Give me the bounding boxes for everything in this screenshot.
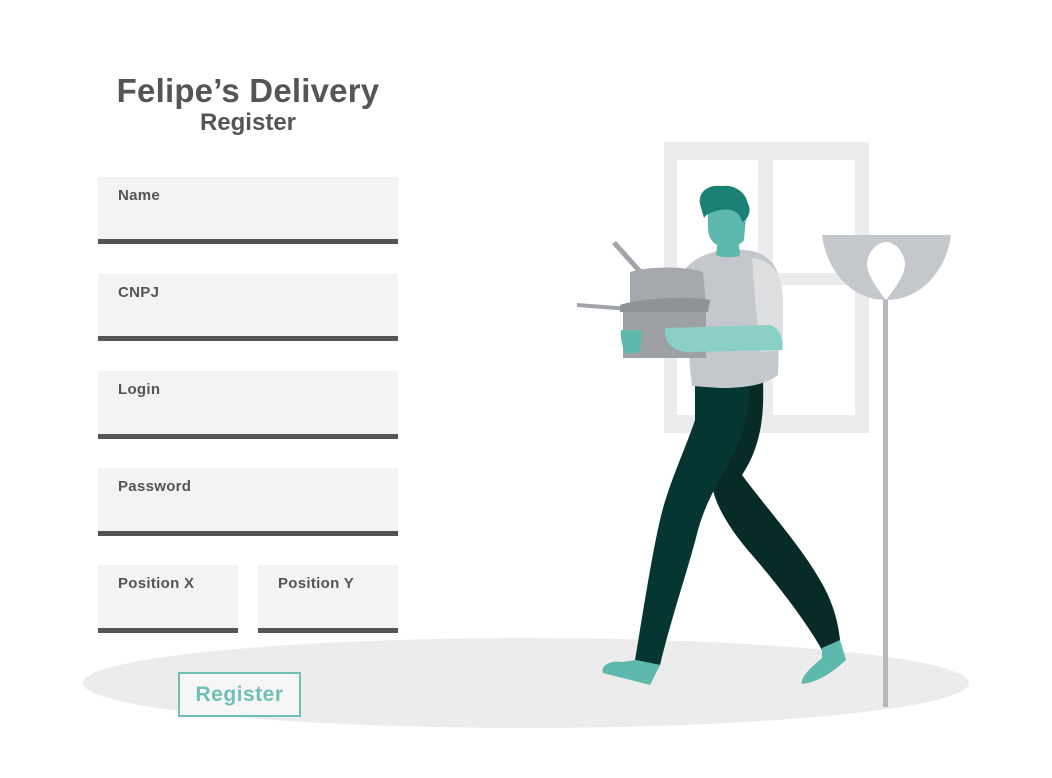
position-x-input[interactable]: [118, 598, 226, 622]
name-label: Name: [118, 187, 161, 204]
password-input[interactable]: [118, 501, 386, 525]
login-field[interactable]: Login: [98, 371, 398, 439]
login-input[interactable]: [118, 404, 386, 428]
position-x-label: Position X: [118, 575, 195, 592]
password-field[interactable]: Password: [98, 468, 398, 536]
position-y-input[interactable]: [278, 598, 386, 622]
cnpj-input[interactable]: [118, 307, 386, 331]
name-input[interactable]: [118, 210, 386, 234]
form-header: Felipe’s Delivery Register: [98, 72, 398, 137]
page-subtitle: Register: [199, 109, 297, 136]
position-y-label: Position Y: [278, 575, 355, 592]
position-y-field[interactable]: Position Y: [258, 565, 398, 633]
cnpj-field[interactable]: CNPJ: [98, 274, 398, 341]
login-label: Login: [118, 381, 161, 398]
name-field[interactable]: Name: [98, 177, 398, 244]
password-label: Password: [118, 478, 192, 495]
cnpj-label: CNPJ: [118, 284, 160, 301]
app-title: Felipe’s Delivery: [116, 72, 380, 109]
position-x-field[interactable]: Position X: [98, 565, 238, 633]
register-button[interactable]: Register: [178, 672, 301, 717]
